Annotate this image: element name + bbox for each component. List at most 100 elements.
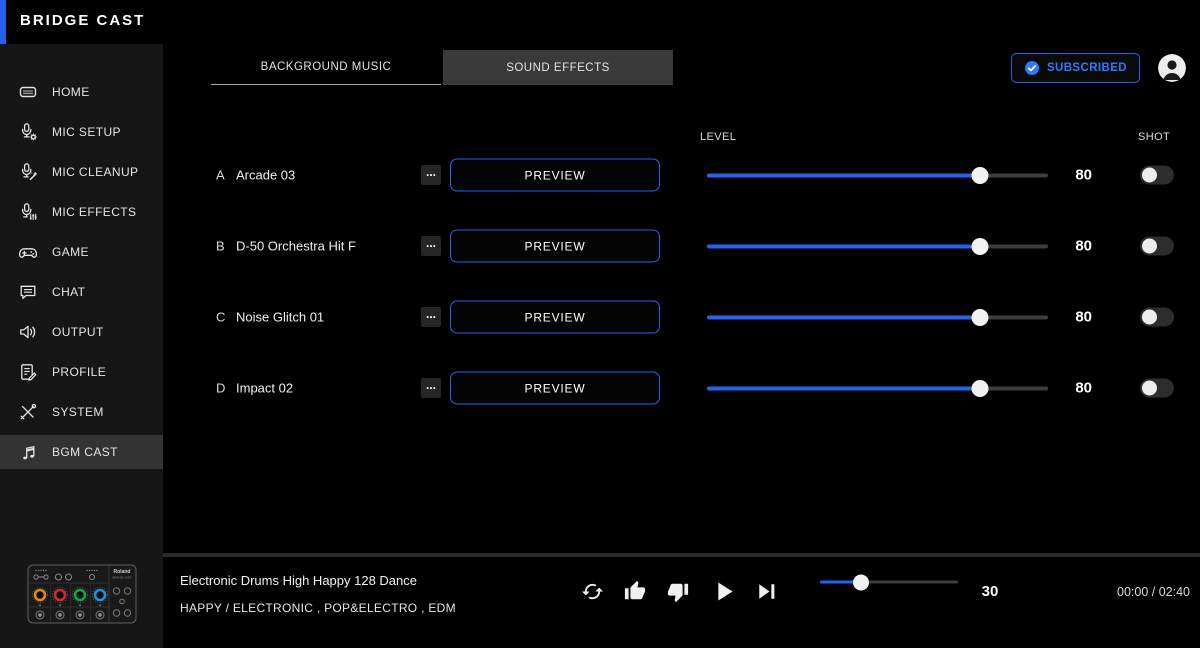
device-brand-label: Roland: [114, 569, 131, 575]
music-note-icon: [18, 442, 38, 462]
skip-next-icon: [752, 577, 781, 606]
effect-row-b: B D-50 Orchestra Hit F ... PREVIEW 80: [163, 228, 1200, 264]
slider-thumb[interactable]: [853, 574, 869, 590]
track-title: Electronic Drums High Happy 128 Dance: [180, 573, 417, 588]
next-track-button[interactable]: [752, 577, 781, 609]
sidebar-item-mic-setup[interactable]: MIC SETUP: [0, 115, 163, 149]
repeat-icon: [581, 580, 604, 603]
slider-thumb[interactable]: [971, 238, 988, 255]
sidebar: HOME MIC SETUP MIC CLEANUP MIC EFFECTS G…: [0, 44, 163, 648]
sidebar-item-label: OUTPUT: [52, 325, 104, 339]
more-options-button[interactable]: ...: [421, 378, 441, 398]
effect-name: Impact 02: [236, 381, 293, 396]
level-slider[interactable]: [707, 238, 1048, 255]
toggle-knob: [1142, 168, 1157, 183]
repeat-button[interactable]: [581, 580, 604, 606]
slider-fill: [707, 316, 980, 320]
shot-toggle[interactable]: [1140, 308, 1174, 327]
slider-fill: [707, 245, 980, 249]
mic-sliders-icon: [18, 202, 38, 222]
main-panel: BACKGROUND MUSIC SOUND EFFECTS SUBSCRIBE…: [163, 44, 1200, 648]
sidebar-item-label: BGM CAST: [52, 445, 118, 459]
level-slider[interactable]: [707, 309, 1048, 326]
slot-letter: B: [216, 239, 225, 254]
app-window: BRIDGE CAST HOME MIC SETUP MIC CLEANUP M…: [0, 0, 1200, 648]
shot-column-label: SHOT: [1138, 131, 1170, 143]
thumbs-up-icon: [624, 580, 646, 602]
shot-toggle[interactable]: [1140, 237, 1174, 256]
slider-fill: [707, 174, 980, 178]
check-circle-icon: [1024, 60, 1040, 76]
device-model-label: BRIDGE CAST: [113, 576, 132, 580]
slider-thumb[interactable]: [971, 167, 988, 184]
effect-row-d: D Impact 02 ... PREVIEW 80: [163, 370, 1200, 406]
effect-name: Noise Glitch 01: [236, 310, 324, 325]
app-title: BRIDGE CAST: [20, 12, 145, 29]
toggle-knob: [1142, 239, 1157, 254]
sidebar-item-label: CHAT: [52, 285, 85, 299]
device-illustration: Roland BRIDGE CAST: [27, 563, 137, 625]
volume-slider[interactable]: [820, 574, 958, 591]
play-icon: [708, 576, 739, 607]
preview-button[interactable]: PREVIEW: [450, 301, 660, 334]
track-tags: HAPPY / ELECTRONIC , POP&ELECTRO , EDM: [180, 601, 456, 615]
preview-button[interactable]: PREVIEW: [450, 159, 660, 192]
sidebar-item-label: SYSTEM: [52, 405, 104, 419]
level-value: 80: [1058, 380, 1092, 397]
chat-icon: [18, 282, 38, 302]
thumbs-up-button[interactable]: [624, 580, 646, 605]
slider-fill: [707, 387, 980, 391]
sidebar-item-profile[interactable]: PROFILE: [0, 355, 163, 389]
more-options-button[interactable]: ...: [421, 236, 441, 256]
level-value: 80: [1058, 238, 1092, 255]
thumbs-down-button[interactable]: [667, 581, 689, 606]
volume-value: 30: [973, 583, 1007, 600]
player-bar: Electronic Drums High Happy 128 Dance HA…: [163, 553, 1200, 648]
user-icon: [1158, 54, 1186, 82]
header: BRIDGE CAST: [0, 0, 1200, 44]
more-options-button[interactable]: ...: [421, 307, 441, 327]
sidebar-item-mic-effects[interactable]: MIC EFFECTS: [0, 195, 163, 229]
effect-row-a: A Arcade 03 ... PREVIEW 80: [163, 157, 1200, 193]
sidebar-item-system[interactable]: SYSTEM: [0, 395, 163, 429]
subscribed-badge[interactable]: SUBSCRIBED: [1011, 53, 1140, 83]
slot-letter: C: [216, 310, 225, 325]
sidebar-item-bgm-cast[interactable]: BGM CAST: [0, 435, 163, 469]
effect-name: D-50 Orchestra Hit F: [236, 239, 356, 254]
tab-sound-effects[interactable]: SOUND EFFECTS: [443, 50, 673, 85]
device-icon: [18, 82, 38, 102]
gamepad-icon: [18, 242, 38, 262]
play-button[interactable]: [708, 576, 739, 610]
sidebar-item-label: HOME: [52, 85, 90, 99]
slider-thumb[interactable]: [971, 380, 988, 397]
account-avatar[interactable]: [1158, 54, 1186, 82]
slider-thumb[interactable]: [971, 309, 988, 326]
level-column-label: LEVEL: [700, 131, 736, 143]
sidebar-item-label: MIC CLEANUP: [52, 165, 138, 179]
preview-button[interactable]: PREVIEW: [450, 230, 660, 263]
mic-sparkle-icon: [18, 162, 38, 182]
effect-name: Arcade 03: [236, 168, 295, 183]
sidebar-item-label: MIC SETUP: [52, 125, 121, 139]
document-pencil-icon: [18, 362, 38, 382]
mic-gear-icon: [18, 122, 38, 142]
slot-letter: A: [216, 168, 225, 183]
toggle-knob: [1142, 381, 1157, 396]
sidebar-item-label: MIC EFFECTS: [52, 205, 136, 219]
tab-background-music[interactable]: BACKGROUND MUSIC: [211, 50, 441, 85]
sidebar-item-home[interactable]: HOME: [0, 75, 163, 109]
tools-icon: [18, 402, 38, 422]
level-value: 80: [1058, 167, 1092, 184]
sidebar-item-output[interactable]: OUTPUT: [0, 315, 163, 349]
speaker-icon: [18, 322, 38, 342]
sidebar-item-mic-cleanup[interactable]: MIC CLEANUP: [0, 155, 163, 189]
sidebar-item-chat[interactable]: CHAT: [0, 275, 163, 309]
shot-toggle[interactable]: [1140, 166, 1174, 185]
more-options-button[interactable]: ...: [421, 165, 441, 185]
level-slider[interactable]: [707, 380, 1048, 397]
accent-bar: [0, 0, 6, 44]
shot-toggle[interactable]: [1140, 379, 1174, 398]
sidebar-item-game[interactable]: GAME: [0, 235, 163, 269]
level-slider[interactable]: [707, 167, 1048, 184]
preview-button[interactable]: PREVIEW: [450, 372, 660, 405]
